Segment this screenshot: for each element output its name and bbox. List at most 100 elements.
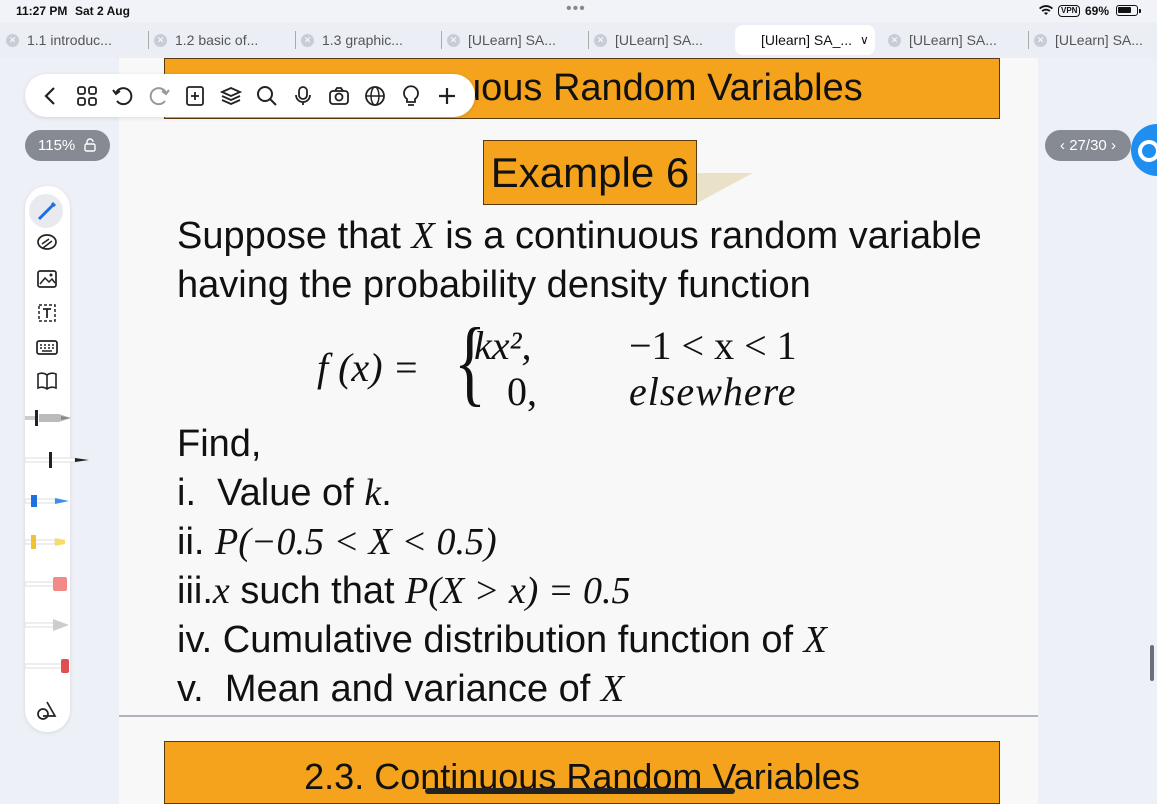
tab-5[interactable]: ✕ [ULearn] SA... — [588, 25, 703, 55]
battery-percent: 69% — [1085, 4, 1110, 18]
section-title-top: uous Random Variables — [460, 67, 863, 109]
lock-icon — [84, 138, 96, 152]
math-var: X — [803, 619, 827, 661]
zoom-indicator[interactable]: 115% — [25, 130, 110, 161]
item-number: i. — [177, 472, 196, 514]
undo-icon[interactable] — [111, 84, 135, 108]
chevron-down-icon[interactable]: ∨ — [860, 33, 869, 47]
assistant-button[interactable] — [1131, 124, 1157, 176]
bulb-icon[interactable] — [399, 84, 423, 108]
grid-icon[interactable] — [75, 84, 99, 108]
tab-3[interactable]: ✕ 1.3 graphic... — [295, 25, 403, 55]
tab-close-icon[interactable]: ✕ — [447, 33, 460, 47]
tool-sidebar — [25, 186, 89, 732]
item-number: iii. — [177, 570, 213, 612]
status-date: Sat 2 Aug — [75, 4, 130, 18]
tab-7[interactable]: ✕ [ULearn] SA... — [888, 25, 997, 55]
example-title: Example 6 — [490, 149, 690, 196]
item-text: Mean and variance of — [224, 668, 601, 710]
tab-2[interactable]: ✕ 1.2 basic of... — [148, 25, 259, 55]
question-item-3: iii.x such that P(X > x) = 0.5 — [177, 571, 630, 611]
tab-label: 1.2 basic of... — [175, 32, 259, 48]
marker-red-icon[interactable] — [25, 656, 95, 676]
question-item-2: ii. P(−0.5 < X < 0.5) — [177, 522, 497, 562]
keyboard-icon[interactable] — [35, 335, 59, 359]
wifi-icon — [1039, 5, 1053, 15]
problem-text: Suppose that — [177, 215, 412, 257]
floating-toolbar — [25, 74, 475, 117]
zoom-value: 115% — [38, 137, 76, 154]
image-tool-icon[interactable] — [35, 267, 59, 291]
page-indicator[interactable]: ‹ 27/30 › — [1045, 130, 1131, 161]
handwritten-underline — [425, 788, 735, 794]
chevron-left-icon[interactable]: ‹ — [1060, 137, 1065, 154]
tab-close-icon[interactable]: ✕ — [154, 33, 167, 47]
status-time: 11:27 PM — [16, 4, 68, 18]
example-title-box: Example 6 — [483, 140, 697, 205]
page-number: 27/30 — [1069, 137, 1107, 154]
redo-icon[interactable] — [147, 84, 171, 108]
pdf-case1-expr: kx², — [474, 323, 532, 368]
math-var: X — [600, 668, 625, 710]
tab-8[interactable]: ✕ [ULearn] SA... — [1028, 25, 1143, 55]
plus-icon[interactable] — [435, 84, 459, 108]
back-icon[interactable] — [39, 84, 63, 108]
vpn-badge: VPN — [1058, 5, 1081, 17]
globe-icon[interactable] — [363, 84, 387, 108]
pencil-icon[interactable] — [25, 615, 95, 635]
math-expr: P(−0.5 < X < 0.5) — [215, 521, 497, 563]
eraser-icon[interactable] — [25, 574, 95, 594]
problem-line-1: Suppose that X is a continuous random va… — [177, 216, 982, 256]
problem-line-2: having the probability density function — [177, 264, 811, 306]
item-text: Value of — [217, 472, 365, 514]
pdf-case1-range: −1 < x < 1 — [629, 323, 797, 368]
document-tab-bar: ✕ 1.1 introduc... ✕ 1.2 basic of... ✕ 1.3 g… — [0, 22, 1157, 58]
decorative-shadow — [697, 173, 753, 203]
add-page-icon[interactable] — [183, 84, 207, 108]
camera-icon[interactable] — [327, 84, 351, 108]
lasso-tool-icon[interactable] — [35, 232, 59, 256]
problem-text: is a continuous random variable — [434, 215, 982, 257]
highlighter-yellow-icon[interactable] — [25, 532, 95, 552]
tab-close-icon[interactable]: ✕ — [301, 33, 314, 47]
pdf-case2-expr: 0, — [507, 369, 537, 414]
multitask-dots-icon[interactable]: ••• — [566, 0, 586, 18]
scrollbar[interactable] — [1150, 645, 1154, 681]
pen-tool-icon[interactable] — [35, 199, 59, 223]
tab-label: [ULearn] SA... — [468, 32, 556, 48]
tab-label: [ULearn] SA... — [1055, 32, 1143, 48]
document-page[interactable]: uous Random Variables Example 6 Suppose … — [119, 58, 1038, 804]
tab-1[interactable]: ✕ 1.1 introduc... — [6, 25, 112, 55]
item-number: v. — [177, 668, 204, 710]
math-var: X — [411, 215, 435, 257]
tab-close-icon[interactable]: ✕ — [594, 33, 607, 47]
search-icon[interactable] — [255, 84, 279, 108]
section-banner-bottom: 2.3. Continuous Random Variables — [164, 741, 1000, 804]
battery-icon — [1116, 5, 1141, 16]
tab-label: [ULearn] SA... — [615, 32, 703, 48]
item-number: iv. — [177, 619, 213, 661]
book-icon[interactable] — [35, 369, 59, 393]
tab-close-icon[interactable]: ✕ — [888, 33, 901, 47]
pdf-case2-range: elsewhere — [629, 369, 797, 414]
question-item-1: i. Value of k. — [177, 473, 392, 513]
find-label: Find, — [177, 423, 262, 465]
tab-6-active[interactable]: [Ulearn] SA_... ∨ — [735, 25, 875, 55]
text-box-icon[interactable] — [35, 301, 59, 325]
shapes-icon[interactable] — [35, 698, 59, 722]
status-bar: 11:27 PM Sat 2 Aug ••• VPN 69% — [0, 0, 1157, 22]
question-item-4: iv. Cumulative distribution function of … — [177, 620, 827, 660]
math-expr: P(X > x) = 0.5 — [405, 570, 631, 612]
blue-pen-icon[interactable] — [25, 491, 95, 511]
tab-label: 1.3 graphic... — [322, 32, 403, 48]
microphone-icon[interactable] — [291, 84, 315, 108]
layers-icon[interactable] — [219, 84, 243, 108]
tab-close-icon[interactable]: ✕ — [6, 33, 19, 47]
tab-close-icon[interactable]: ✕ — [1034, 33, 1047, 47]
tab-4[interactable]: ✕ [ULearn] SA... — [441, 25, 556, 55]
tab-label: [ULearn] SA... — [909, 32, 997, 48]
ballpoint-pen-icon[interactable] — [25, 450, 95, 470]
pdf-formula: f (x) = { kx², −1 < x < 1 0, elsewhere — [317, 314, 857, 422]
chevron-right-icon[interactable]: › — [1111, 137, 1116, 154]
fountain-pen-icon[interactable] — [25, 408, 95, 428]
